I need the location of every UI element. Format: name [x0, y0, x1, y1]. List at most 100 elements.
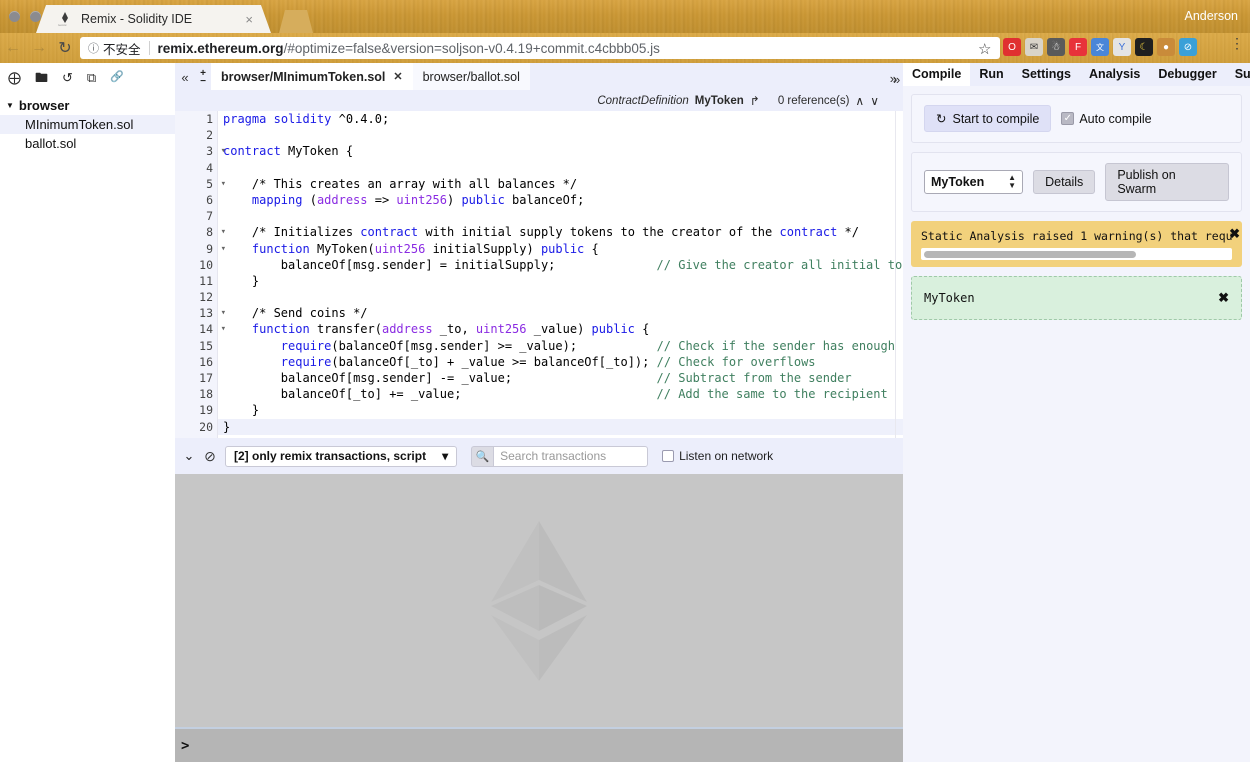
new-tab-button[interactable] — [279, 10, 313, 33]
code-line: /* Initializes contract with initial sup… — [223, 224, 903, 240]
tab-debugger[interactable]: Debugger — [1149, 63, 1225, 86]
tab-compile[interactable]: Compile — [903, 63, 970, 86]
file-item-ballot[interactable]: ballot.sol — [0, 134, 175, 153]
static-analysis-warning[interactable]: Static Analysis raised 1 warning(s) that… — [911, 221, 1242, 267]
contract-select-value: MyToken — [931, 175, 984, 189]
open-folder-icon[interactable]: 🖿 — [35, 71, 48, 84]
translate-icon[interactable]: 文 — [1091, 38, 1109, 56]
code-line — [223, 289, 903, 305]
opera-icon[interactable]: O — [1003, 38, 1021, 56]
collapse-right-icon[interactable]: » — [893, 72, 900, 87]
copy-icon[interactable]: ⧉ — [87, 71, 96, 84]
terminal-output[interactable] — [175, 474, 903, 727]
code-line: function MyToken(uint256 initialSupply) … — [223, 241, 903, 257]
line-number: 2 — [175, 127, 217, 143]
details-button[interactable]: Details — [1033, 170, 1095, 194]
jump-to-definition-icon[interactable]: ↱ — [750, 94, 760, 108]
code-editor[interactable]: 123▾45▾678▾9▾10111213▾14▾151617181920 pr… — [175, 111, 903, 438]
listen-on-network-toggle[interactable]: Listen on network — [662, 449, 773, 463]
search-transactions-input[interactable]: Search transactions — [493, 446, 648, 467]
code-line: require(balanceOf[msg.sender] >= _value)… — [223, 338, 903, 354]
bookmark-star-icon[interactable]: ☆ — [978, 40, 991, 58]
line-number: 9▾ — [175, 241, 217, 257]
close-icon[interactable]: ✖ — [1229, 226, 1240, 242]
collapse-terminal-icon[interactable]: ⌄ — [179, 448, 199, 464]
right-panel: » Compile Run Settings Analysis Debugger… — [903, 63, 1250, 762]
zoom-out-icon[interactable]: − — [200, 76, 206, 87]
prompt-caret: > — [181, 738, 189, 754]
file-item-minimumtoken[interactable]: MInimumToken.sol — [0, 115, 175, 134]
transaction-filter-dropdown[interactable]: [2] only remix transactions, script ▾ — [225, 446, 457, 467]
chevron-up-icon[interactable]: ∧ — [855, 94, 864, 108]
address-bar[interactable]: ⓘ 不安全 remix.ethereum.org/#optimize=false… — [80, 37, 1000, 59]
editor-tab-label: browser/MInimumToken.sol — [221, 70, 385, 84]
create-file-icon[interactable]: ⨁ — [8, 71, 21, 84]
auto-compile-label: Auto compile — [1079, 112, 1151, 126]
listen-checkbox[interactable] — [662, 450, 674, 462]
nightmode-icon[interactable]: ☾ — [1135, 38, 1153, 56]
file-tree-root-browser[interactable]: ▼ browser — [0, 95, 175, 115]
compile-result-card[interactable]: MyToken ✖ — [911, 276, 1242, 320]
tab-run[interactable]: Run — [970, 63, 1012, 86]
publish-on-swarm-button[interactable]: Publish on Swarm — [1105, 163, 1229, 201]
listen-label: Listen on network — [679, 449, 773, 463]
search-icon[interactable]: 🔍 — [471, 446, 493, 467]
vimeo-icon[interactable]: Y — [1113, 38, 1131, 56]
fox-icon[interactable]: ● — [1157, 38, 1175, 56]
start-to-compile-button[interactable]: ↻ Start to compile — [924, 105, 1051, 132]
link-icon[interactable]: 🔗 — [110, 72, 124, 83]
compile-actions-card: ↻ Start to compile ✓ Auto compile — [911, 94, 1242, 143]
back-icon[interactable]: ← — [0, 39, 26, 57]
compass-icon[interactable]: ⊘ — [1179, 38, 1197, 56]
warning-message: Static Analysis raised 1 warning(s) that… — [921, 229, 1232, 243]
clear-terminal-icon[interactable]: ⊘ — [199, 448, 221, 465]
forward-icon[interactable]: → — [26, 39, 52, 57]
terminal-prompt[interactable]: > — [175, 729, 903, 762]
chevron-updown-icon: ▲▼ — [1008, 174, 1016, 190]
flipboard-icon[interactable]: F — [1069, 38, 1087, 56]
scrollbar-thumb[interactable] — [924, 251, 1136, 258]
remix-ide: ⨁ 🖿 ↺ ⧉ 🔗 ▼ browser MInimumToken.sol bal… — [0, 63, 1250, 762]
tab-support[interactable]: Support — [1226, 63, 1250, 86]
auto-compile-checkbox[interactable]: ✓ — [1061, 112, 1074, 125]
close-icon[interactable]: ✕ — [393, 70, 402, 83]
chevron-down-icon[interactable]: ∨ — [870, 94, 879, 108]
close-window-button[interactable] — [9, 11, 20, 22]
divider — [149, 41, 150, 55]
tab-settings[interactable]: Settings — [1013, 63, 1080, 86]
extension-icons: O ✉ ☃ F 文 Y ☾ ● ⊘ — [1003, 38, 1197, 56]
url-path: /#optimize=false&version=soljson-v0.4.19… — [284, 41, 660, 56]
close-icon[interactable]: ✖ — [1218, 290, 1229, 306]
context-name-label: MyToken — [695, 95, 744, 107]
ethereum-icon: remix — [58, 11, 72, 27]
close-icon[interactable]: × — [245, 12, 253, 27]
browser-menu-icon[interactable]: ⋮ — [1230, 39, 1244, 47]
code-line: mapping (address => uint256) public bala… — [223, 192, 903, 208]
browser-tab-remix[interactable]: remix Remix - Solidity IDE × — [36, 5, 271, 33]
info-icon: ⓘ — [88, 40, 99, 56]
code-content[interactable]: pragma solidity ^0.4.0; contract MyToken… — [223, 111, 903, 438]
browser-titlebar: remix Remix - Solidity IDE × Anderson — [0, 0, 1250, 33]
code-line: balanceOf[_to] += _value; // Add the sam… — [223, 386, 903, 402]
editor-tab-minimumtoken[interactable]: browser/MInimumToken.sol ✕ — [211, 63, 413, 90]
line-number: 16 — [175, 354, 217, 370]
line-number: 17 — [175, 370, 217, 386]
collapse-left-icon[interactable]: « — [175, 70, 195, 90]
start-to-compile-label: Start to compile — [952, 112, 1039, 126]
contract-actions-card: MyToken ▲▼ Details Publish on Swarm — [911, 152, 1242, 212]
editor-tab-ballot[interactable]: browser/ballot.sol — [413, 63, 530, 90]
warning-scrollbar[interactable] — [921, 248, 1232, 260]
auto-compile-toggle[interactable]: ✓ Auto compile — [1061, 112, 1151, 126]
terminal-search[interactable]: 🔍 Search transactions — [471, 446, 648, 467]
refresh-icon[interactable]: ↺ — [62, 71, 73, 84]
mail-icon[interactable]: ✉ — [1025, 38, 1043, 56]
evernote-icon[interactable]: ☃ — [1047, 38, 1065, 56]
reload-icon[interactable]: ↻ — [52, 38, 78, 58]
contract-select[interactable]: MyToken ▲▼ — [924, 170, 1023, 194]
profile-name[interactable]: Anderson — [1184, 9, 1238, 23]
url-host: remix.ethereum.org — [158, 41, 284, 56]
tab-analysis[interactable]: Analysis — [1080, 63, 1149, 86]
font-size-controls[interactable]: + − — [195, 70, 211, 90]
line-number: 11 — [175, 273, 217, 289]
ethereum-logo-watermark — [490, 521, 588, 681]
